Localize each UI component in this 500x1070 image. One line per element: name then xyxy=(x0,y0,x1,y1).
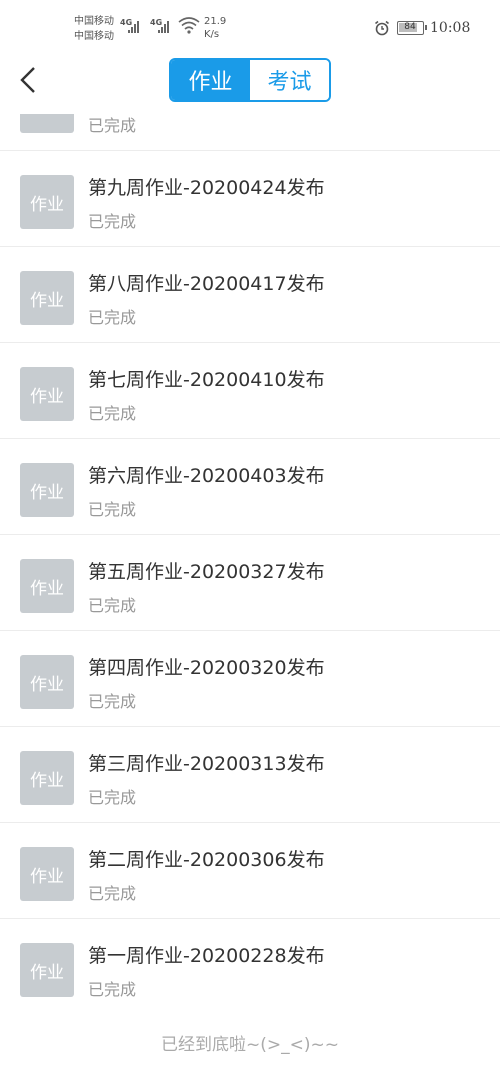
end-of-list-text: 已经到底啦~(>_<)~~ xyxy=(161,1035,339,1055)
item-title: 第四周作业-20200320发布 xyxy=(88,657,325,679)
thumb: 作业 xyxy=(20,175,74,229)
item-title: 第一周作业-20200228发布 xyxy=(88,945,325,967)
item-status: 已完成 xyxy=(88,404,137,423)
item-title: 第三周作业-20200313发布 xyxy=(88,753,325,775)
wifi-icon xyxy=(178,17,200,34)
list-item[interactable]: 作业 第一周作业-20200228发布 已完成 xyxy=(0,919,500,1014)
thumb: 作业 xyxy=(20,367,74,421)
speed-value: 21.9 xyxy=(204,16,227,27)
list-item[interactable]: 作业 第九周作业-20200424发布 已完成 xyxy=(0,151,500,247)
tab-exam[interactable]: 考试 xyxy=(250,60,329,100)
status-bar: 中国移动 中国移动 4G 4G 21.9 K/s 84 10:08 xyxy=(0,0,500,46)
item-status: 已完成 xyxy=(88,980,137,999)
item-status: 已完成 xyxy=(88,596,137,615)
tab-homework[interactable]: 作业 xyxy=(171,60,250,100)
homework-list: 已完成 作业 第九周作业-20200424发布 已完成 作业 第八周作业-202… xyxy=(0,114,500,1014)
list-item[interactable]: 已完成 xyxy=(0,114,500,151)
thumb: 作业 xyxy=(20,847,74,901)
list-item[interactable]: 作业 第四周作业-20200320发布 已完成 xyxy=(0,631,500,727)
signal-icon xyxy=(158,17,172,33)
item-status: 已完成 xyxy=(88,116,137,135)
list-item[interactable]: 作业 第五周作业-20200327发布 已完成 xyxy=(0,535,500,631)
list-item[interactable]: 作业 第二周作业-20200306发布 已完成 xyxy=(0,823,500,919)
header: 作业 考试 xyxy=(0,46,500,114)
item-title: 第八周作业-20200417发布 xyxy=(88,273,325,295)
thumb: 作业 xyxy=(20,751,74,805)
thumb: 作业 xyxy=(20,655,74,709)
item-status: 已完成 xyxy=(88,212,137,231)
item-status: 已完成 xyxy=(88,884,137,903)
carrier-2: 中国移动 xyxy=(74,31,114,42)
list-item[interactable]: 作业 第八周作业-20200417发布 已完成 xyxy=(0,247,500,343)
item-title: 第二周作业-20200306发布 xyxy=(88,849,325,871)
thumb: 作业 xyxy=(20,559,74,613)
battery-level: 84 xyxy=(404,22,416,32)
item-title: 第五周作业-20200327发布 xyxy=(88,561,325,583)
alarm-icon xyxy=(375,20,389,36)
item-status: 已完成 xyxy=(88,788,137,807)
item-title: 第七周作业-20200410发布 xyxy=(88,369,325,391)
item-title: 第九周作业-20200424发布 xyxy=(88,177,325,199)
thumb: 作业 xyxy=(20,271,74,325)
clock: 10:08 xyxy=(430,20,471,36)
thumb: 作业 xyxy=(20,463,74,517)
thumb xyxy=(20,114,74,133)
carrier-1: 中国移动 xyxy=(74,16,114,27)
segment-control: 作业 考试 xyxy=(169,58,331,102)
chevron-left-icon[interactable] xyxy=(16,64,42,96)
list-item[interactable]: 作业 第六周作业-20200403发布 已完成 xyxy=(0,439,500,535)
network-speed: 21.9 K/s xyxy=(204,15,226,41)
item-status: 已完成 xyxy=(88,308,137,327)
item-status: 已完成 xyxy=(88,692,137,711)
list-item[interactable]: 作业 第七周作业-20200410发布 已完成 xyxy=(0,343,500,439)
item-status: 已完成 xyxy=(88,500,137,519)
signal-icon xyxy=(128,17,142,33)
list-item[interactable]: 作业 第三周作业-20200313发布 已完成 xyxy=(0,727,500,823)
speed-unit: K/s xyxy=(204,29,220,40)
thumb: 作业 xyxy=(20,943,74,997)
item-title: 第六周作业-20200403发布 xyxy=(88,465,325,487)
carrier-names: 中国移动 中国移动 xyxy=(74,14,114,44)
battery-icon: 84 xyxy=(397,21,427,35)
